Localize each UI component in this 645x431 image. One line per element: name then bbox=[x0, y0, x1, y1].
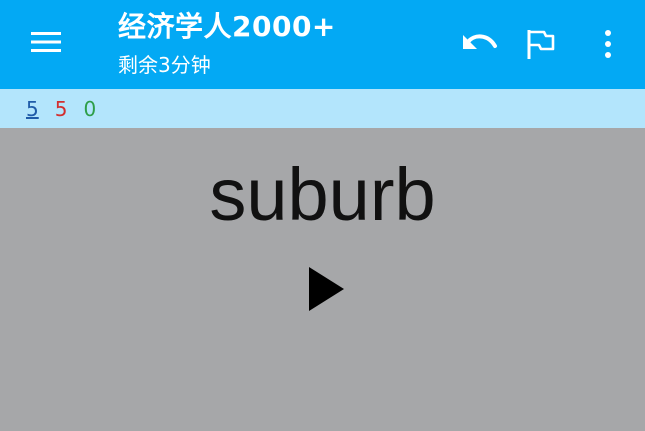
stat-count-green: 0 bbox=[83, 96, 97, 121]
flag-button[interactable] bbox=[518, 22, 562, 66]
flashcard-word: suburb bbox=[209, 153, 436, 236]
stat-count-blue[interactable]: 5 bbox=[26, 97, 39, 121]
undo-icon bbox=[463, 34, 497, 49]
play-audio-button[interactable] bbox=[300, 262, 352, 316]
undo-button[interactable] bbox=[458, 22, 502, 66]
flag-icon bbox=[527, 30, 555, 59]
menu-button[interactable] bbox=[22, 22, 70, 62]
more-vert-icon bbox=[605, 30, 611, 58]
app-bar: 经济学人2000+ 剩余3分钟 bbox=[0, 0, 645, 89]
more-options-button[interactable] bbox=[586, 22, 630, 66]
stats-bar: 5 5 0 bbox=[0, 89, 645, 128]
menu-icon bbox=[31, 32, 61, 52]
title-block: 经济学人2000+ 剩余3分钟 bbox=[118, 8, 336, 80]
time-remaining: 剩余3分钟 bbox=[118, 53, 211, 77]
play-icon bbox=[309, 267, 344, 311]
app-title: 经济学人2000+ bbox=[118, 10, 336, 43]
stat-count-red: 5 bbox=[54, 96, 68, 121]
